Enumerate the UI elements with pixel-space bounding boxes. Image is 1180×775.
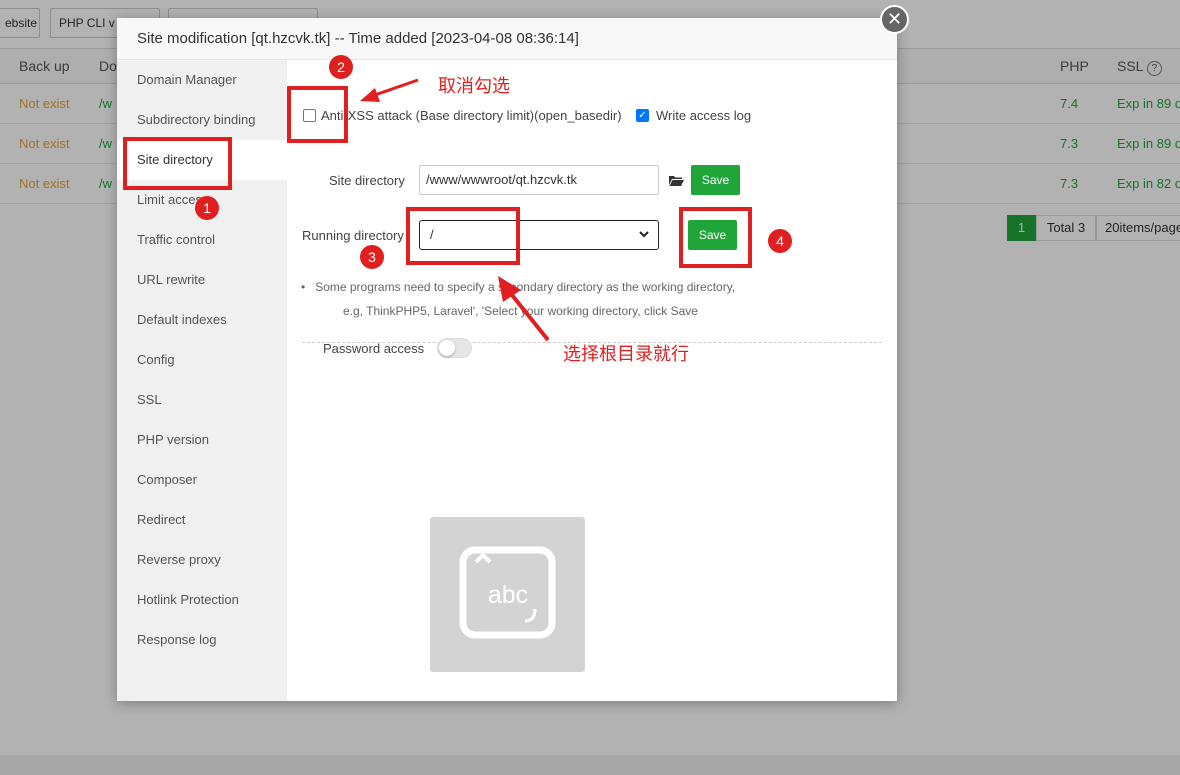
- annotation-number-2: 2: [329, 55, 353, 79]
- site-directory-input[interactable]: /www/wwwroot/qt.hzcvk.tk: [419, 165, 659, 195]
- sidebar-item-reverse-proxy[interactable]: Reverse proxy: [117, 540, 287, 580]
- site-directory-label: Site directory: [329, 173, 405, 188]
- site-directory-panel: Anti-XSS attack (Base directory limit)(o…: [287, 60, 897, 701]
- sidebar-item-default-indexes[interactable]: Default indexes: [117, 300, 287, 340]
- folder-open-icon[interactable]: [669, 175, 684, 186]
- anti-xss-label: Anti-XSS attack (Base directory limit)(o…: [321, 108, 622, 123]
- sidebar-item-subdirectory-binding[interactable]: Subdirectory binding: [117, 100, 287, 140]
- sidebar-item-domain-manager[interactable]: Domain Manager: [117, 60, 287, 100]
- write-log-label: Write access log: [656, 108, 752, 123]
- annotation-box-save: [679, 207, 752, 268]
- password-access-toggle[interactable]: [437, 338, 472, 358]
- annotation-text-root: 选择根目录就行: [563, 344, 689, 364]
- annotation-number-3: 3: [360, 245, 384, 269]
- input-method-image: abc: [430, 517, 585, 672]
- sidebar-item-redirect[interactable]: Redirect: [117, 500, 287, 540]
- annotation-box-anti-xss: [287, 86, 348, 143]
- tip-text: • Some programs need to specify a second…: [301, 280, 736, 294]
- close-icon[interactable]: ✕: [880, 5, 909, 34]
- annotation-box-site-directory: [123, 137, 232, 190]
- tip-text-line2: e.g, ThinkPHP5, Laravel', 'Select your w…: [343, 304, 698, 318]
- svg-text:abc: abc: [488, 581, 528, 609]
- sidebar-item-response-log[interactable]: Response log: [117, 620, 287, 660]
- running-directory-label: Running directory: [302, 228, 404, 243]
- keyboard-abc-icon: abc: [459, 546, 556, 639]
- sidebar-item-hotlink-protection[interactable]: Hotlink Protection: [117, 580, 287, 620]
- sidebar-item-config[interactable]: Config: [117, 340, 287, 380]
- chevron-down-icon: [638, 221, 650, 260]
- annotation-number-1: 1: [195, 196, 219, 220]
- write-log-checkbox[interactable]: ✓: [636, 109, 649, 122]
- dialog-title: Site modification [qt.hzcvk.tk] -- Time …: [117, 18, 897, 60]
- sidebar-item-php-version[interactable]: PHP version: [117, 420, 287, 460]
- sidebar-item-composer[interactable]: Composer: [117, 460, 287, 500]
- annotation-box-running-directory: [406, 207, 520, 265]
- sidebar-item-traffic-control[interactable]: Traffic control: [117, 220, 287, 260]
- sidebar-item-ssl[interactable]: SSL: [117, 380, 287, 420]
- save-site-directory-button[interactable]: Save: [691, 165, 740, 195]
- site-modification-dialog: Site modification [qt.hzcvk.tk] -- Time …: [117, 18, 897, 701]
- sidebar-item-url-rewrite[interactable]: URL rewrite: [117, 260, 287, 300]
- annotation-text-uncheck: 取消勾选: [438, 76, 510, 96]
- password-access-label: Password access: [323, 341, 425, 356]
- annotation-number-4: 4: [768, 229, 792, 253]
